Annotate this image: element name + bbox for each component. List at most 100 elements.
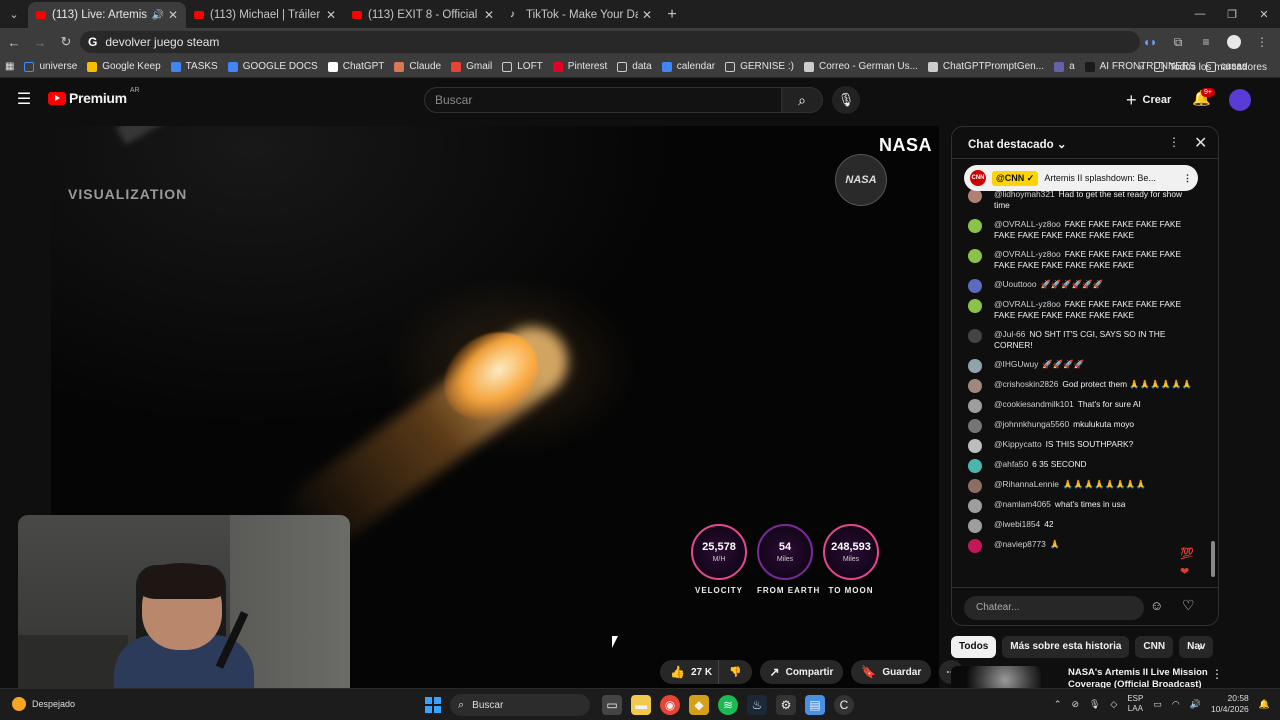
chat-avatar[interactable] (968, 539, 982, 553)
translate-icon[interactable]: ◖◗ (1138, 30, 1162, 54)
chat-message[interactable]: @cookiesandmilk101 That's for sure AI (952, 395, 1210, 415)
chat-message[interactable]: @ahfa50 6 35 SECOND (952, 455, 1210, 475)
chat-message[interactable]: @naviep8773 🙏 (952, 535, 1210, 555)
wifi-icon[interactable]: ◠ (1172, 699, 1180, 710)
chat-avatar[interactable] (968, 519, 982, 533)
taskbar-search[interactable]: ⌕ Buscar (450, 694, 590, 716)
settings-icon[interactable]: ⚙ (776, 695, 796, 715)
pinned-message[interactable]: CNN @CNN ✓ Artemis II splashdown: Be... … (964, 165, 1198, 191)
hamburger-menu-icon[interactable]: ☰ (14, 90, 34, 110)
create-button[interactable]: + Crear (1126, 88, 1171, 112)
profile-avatar-icon[interactable] (1227, 35, 1241, 49)
chat-message[interactable]: @namlam4065 what's times in usa (952, 495, 1210, 515)
chat-avatar[interactable] (968, 479, 982, 493)
tab-exit8-trailer[interactable]: (113) EXIT 8 - Official Trailer - I ✕ (344, 2, 502, 28)
ccleaner-icon[interactable]: C (834, 695, 854, 715)
voice-search-button[interactable]: 🎙 (832, 86, 860, 114)
bookmark-item[interactable]: ChatGPT (323, 61, 390, 72)
bookmark-item[interactable]: LOFT (497, 61, 548, 72)
network-off-icon[interactable]: ⊘ (1071, 699, 1079, 710)
notifications-icon[interactable]: 🔔 (1259, 699, 1270, 710)
close-tab-icon[interactable]: ✕ (484, 8, 494, 22)
search-input[interactable]: Buscar (424, 87, 782, 113)
chat-more-icon[interactable]: ⋮ (1168, 135, 1180, 149)
chat-author[interactable]: @OVRALL-yz8oo (994, 299, 1061, 309)
chat-messages[interactable]: @lidhoymah321 Had to get the set ready fo… (952, 185, 1210, 585)
chat-avatar[interactable] (968, 399, 982, 413)
windows-start-icon[interactable] (425, 697, 441, 713)
new-tab-button[interactable]: + (660, 2, 684, 28)
chat-message[interactable]: @Kippycatto IS THIS SOUTHPARK? (952, 435, 1210, 455)
chat-avatar[interactable] (968, 359, 982, 373)
chat-avatar[interactable] (968, 439, 982, 453)
chat-author[interactable]: @ahfa50 (994, 459, 1028, 469)
browser-menu-icon[interactable]: ⋮ (1250, 30, 1274, 54)
tab-search-icon[interactable]: ⌄ (0, 0, 28, 28)
close-tab-icon[interactable]: ✕ (326, 8, 336, 22)
chat-scrollbar[interactable] (1210, 161, 1216, 581)
bookmark-item[interactable]: Correo - German Us... (799, 61, 923, 72)
tab-artemis-live[interactable]: (113) Live: Artemis II landin 🔊 ✕ (28, 2, 186, 28)
chat-mode-dropdown[interactable]: Chat destacado ⌄ (968, 137, 1066, 151)
bookmark-item[interactable]: ChatGPTPromptGen... (923, 61, 1049, 72)
chrome-icon[interactable]: ◉ (660, 695, 680, 715)
chat-message[interactable]: @OVRALL-yz8oo FAKE FAKE FAKE FAKE FAKE FA… (952, 245, 1210, 275)
chat-avatar[interactable] (968, 279, 982, 293)
all-bookmarks-button[interactable]: Todos los marcadores (1149, 62, 1272, 73)
media-icon[interactable]: ≡ (1194, 30, 1218, 54)
chat-author[interactable]: @OVRALL-yz8oo (994, 219, 1061, 229)
share-button[interactable]: ↗ Compartir (759, 660, 844, 684)
bookmark-item[interactable]: a (1049, 61, 1080, 72)
chat-message[interactable]: @iwebi1854 42 (952, 515, 1210, 535)
chat-message[interactable]: @johnnkhunga5560 mkulukuta moyo (952, 415, 1210, 435)
language-indicator[interactable]: ESP LAA (1127, 694, 1143, 714)
reload-icon[interactable]: ↻ (54, 30, 78, 54)
chevron-right-icon[interactable]: › (1198, 640, 1202, 654)
youtube-logo[interactable]: Premium AR (48, 87, 140, 106)
chat-author[interactable]: @OVRALL-yz8oo (994, 249, 1061, 259)
chat-message[interactable]: @RihannaLennie 🙏🙏🙏🙏🙏🙏🙏🙏 (952, 475, 1210, 495)
notepad-icon[interactable]: ▤ (805, 695, 825, 715)
dislike-button[interactable]: 👎 (718, 660, 752, 684)
chip-cnn[interactable]: CNN (1135, 636, 1174, 658)
bookmark-item[interactable]: calendar (657, 61, 720, 72)
close-chat-icon[interactable]: ✕ (1194, 133, 1207, 153)
chip-all[interactable]: Todos (951, 636, 997, 658)
chat-avatar[interactable] (968, 299, 982, 313)
send-heart-icon[interactable]: ♡ (1182, 597, 1195, 614)
display-icon[interactable]: ▭ (1153, 699, 1162, 710)
chat-author[interactable]: @johnnkhunga5560 (994, 419, 1069, 429)
clock[interactable]: 20:58 10/4/2026 (1211, 693, 1249, 715)
chat-message[interactable]: @Jul-66 NO SHT IT'S CGI, SAYS SO IN THE C… (952, 325, 1210, 355)
address-input[interactable]: G devolver juego steam (80, 31, 1140, 53)
chat-author[interactable]: @Jul-66 (994, 329, 1025, 339)
task-view-icon[interactable]: ▭ (602, 695, 622, 715)
tab-michael-trailer[interactable]: (113) Michael | Tráiler Oficial - I ✕ (186, 2, 344, 28)
chat-author[interactable]: @RihannaLennie (994, 479, 1059, 489)
file-explorer-icon[interactable]: ▬ (631, 695, 651, 715)
chat-avatar[interactable] (968, 419, 982, 433)
chat-avatar[interactable] (968, 189, 982, 203)
more-bookmarks-icon[interactable]: » (1134, 62, 1150, 73)
apps-grid-icon[interactable]: ▦ (0, 61, 19, 72)
chat-avatar[interactable] (968, 459, 982, 473)
bookmark-item[interactable]: Pinterest (548, 61, 612, 72)
scrollbar-thumb[interactable] (1211, 541, 1215, 577)
chat-author[interactable]: @namlam4065 (994, 499, 1051, 509)
chat-avatar[interactable] (968, 499, 982, 513)
forward-icon[interactable]: → (28, 30, 52, 54)
like-button[interactable]: 👍 27 K (660, 660, 719, 684)
chat-author[interactable]: @IHGUwuy (994, 359, 1038, 369)
chip-more-story[interactable]: Más sobre esta historia (1002, 636, 1130, 658)
chat-message[interactable]: @OVRALL-yz8oo FAKE FAKE FAKE FAKE FAKE FA… (952, 295, 1210, 325)
bookmark-item[interactable]: Claude (389, 61, 446, 72)
chat-author[interactable]: @naviep8773 (994, 539, 1046, 549)
related-more-icon[interactable]: ⋮ (1211, 667, 1223, 681)
emoji-picker-icon[interactable]: ☺ (1150, 598, 1163, 613)
volume-icon[interactable]: 🔊 (1190, 699, 1201, 710)
app-icon[interactable]: ◆ (689, 695, 709, 715)
chat-input[interactable]: Chatear... (964, 596, 1144, 620)
chat-avatar[interactable] (968, 379, 982, 393)
bookmark-item[interactable]: GERNISE :) (720, 61, 799, 72)
chevron-up-icon[interactable]: ⌃ (1054, 699, 1062, 710)
